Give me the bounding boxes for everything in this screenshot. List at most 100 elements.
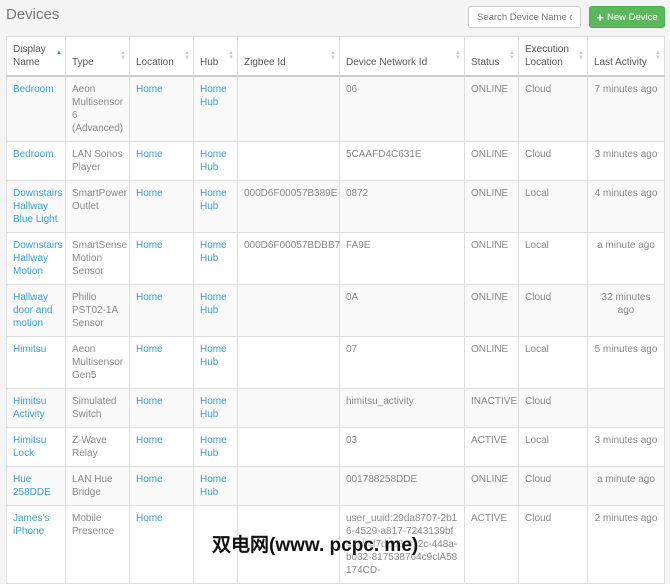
location-link[interactable]: Home bbox=[136, 513, 163, 524]
cell: Home Hub bbox=[193, 388, 238, 428]
cell: Himitsu bbox=[6, 336, 66, 389]
column-header[interactable]: Device Network Id ▲ ▼ bbox=[339, 36, 465, 77]
column-header[interactable]: Last Activity ▲ ▼ bbox=[587, 36, 665, 77]
hub-link[interactable]: Home Hub bbox=[200, 84, 227, 108]
hub-link[interactable]: Home Hub bbox=[200, 396, 227, 420]
table-row: Hallway door and motion Philio PST02-1A S… bbox=[6, 284, 665, 337]
cell: LAN Hue Bridge bbox=[65, 466, 130, 506]
hub-link[interactable]: Home Hub bbox=[200, 292, 227, 316]
column-label: Location bbox=[136, 57, 174, 68]
table-row: Bedroom LAN Sonos Player Home Home Hub 5CAAF… bbox=[6, 141, 665, 181]
status: ONLINE bbox=[471, 474, 509, 485]
network-id: himitsu_activity bbox=[346, 396, 414, 407]
cell: Home Hub bbox=[193, 336, 238, 389]
watermark: 双电网(www. pcpc. me) bbox=[212, 535, 419, 556]
cell: 000D6F00057BDBB7 bbox=[237, 232, 341, 285]
column-header[interactable]: Hub ▲ ▼ bbox=[193, 36, 238, 77]
device-name-link[interactable]: Hallway door and motion bbox=[13, 292, 52, 329]
execution-location: Local bbox=[525, 435, 549, 446]
cell bbox=[237, 466, 340, 506]
device-name-link[interactable]: Himitsu Activity bbox=[13, 396, 46, 420]
cell: Home Hub bbox=[193, 141, 238, 181]
last-activity: 3 minutes ago bbox=[594, 149, 658, 160]
cell bbox=[237, 336, 340, 389]
device-type: Aeon Multisensor 6 (Advanced) bbox=[72, 84, 124, 134]
hub-link[interactable]: Home Hub bbox=[200, 474, 227, 498]
location-link[interactable]: Home bbox=[136, 84, 163, 95]
device-name-link[interactable]: Hue 258DDE bbox=[13, 474, 51, 498]
column-header[interactable]: Zigbee Id ▲ ▼ bbox=[237, 36, 340, 77]
cell: Local bbox=[518, 180, 588, 233]
last-activity: a minute ago bbox=[597, 240, 655, 251]
new-device-button[interactable]: + New Device bbox=[589, 6, 665, 28]
cell: ONLINE bbox=[464, 180, 519, 233]
location-link[interactable]: Home bbox=[136, 240, 163, 251]
cell: ACTIVE bbox=[464, 505, 519, 584]
sort-icon: ▲ ▼ bbox=[120, 50, 126, 61]
device-name-link[interactable]: Bedroom bbox=[13, 84, 54, 95]
cell: 2 minutes ago bbox=[587, 505, 665, 584]
last-activity: a minute ago bbox=[597, 474, 655, 485]
last-activity: 3 minutes ago bbox=[594, 435, 658, 446]
zigbee-id: 000D6F00057BDBB7 bbox=[244, 240, 341, 251]
cell: 000D6F00057B389E bbox=[237, 180, 340, 233]
hub-link[interactable]: Home Hub bbox=[200, 344, 227, 368]
cell bbox=[237, 388, 340, 428]
cell: Home bbox=[129, 180, 194, 233]
location-link[interactable]: Home bbox=[136, 435, 163, 446]
cell: himitsu_activity bbox=[339, 388, 465, 428]
cell: James's iPhone bbox=[6, 505, 66, 584]
column-header[interactable]: Status ▲ ▼ bbox=[464, 36, 519, 77]
location-link[interactable]: Home bbox=[136, 474, 163, 485]
search-input[interactable] bbox=[468, 6, 581, 28]
column-header[interactable]: Location ▲ ▼ bbox=[129, 36, 194, 77]
cell: 3 minutes ago bbox=[587, 141, 665, 181]
device-name-link[interactable]: Himitsu bbox=[13, 344, 46, 355]
execution-location: Cloud bbox=[525, 292, 552, 303]
device-type: Mobile Presence bbox=[72, 513, 115, 537]
execution-location: Cloud bbox=[525, 396, 552, 407]
cell: 5CAAFD4C631E bbox=[339, 141, 465, 181]
hub-link[interactable]: Home Hub bbox=[200, 188, 227, 212]
device-name-link[interactable]: Downstairs Hallway Blue Light bbox=[13, 188, 62, 225]
cell: 03 bbox=[339, 427, 465, 467]
cell: Cloud bbox=[518, 141, 588, 181]
location-link[interactable]: Home bbox=[136, 149, 163, 160]
cell: Home Hub bbox=[193, 284, 238, 337]
last-activity: 2 minutes ago bbox=[594, 513, 658, 524]
cell: FA9E bbox=[339, 232, 465, 285]
cell: Home bbox=[129, 284, 194, 337]
hub-link[interactable]: Home Hub bbox=[200, 240, 227, 264]
column-header[interactable]: Execution Location ▲ ▼ bbox=[518, 36, 588, 77]
cell: ONLINE bbox=[464, 336, 519, 389]
hub-link[interactable]: Home Hub bbox=[200, 149, 227, 173]
cell: Simulated Switch bbox=[65, 388, 130, 428]
last-activity: 32 minutes ago bbox=[601, 292, 651, 316]
cell: Home bbox=[129, 75, 194, 142]
execution-location: Local bbox=[525, 188, 549, 199]
cell bbox=[587, 388, 665, 428]
cell bbox=[237, 141, 340, 181]
column-header[interactable]: Type ▲ ▼ bbox=[65, 36, 130, 77]
zigbee-id: 000D6F00057B389E bbox=[244, 188, 338, 199]
sort-icon: ▲ ▼ bbox=[330, 50, 336, 61]
column-label: Execution Location bbox=[525, 44, 569, 68]
location-link[interactable]: Home bbox=[136, 292, 163, 303]
device-type: Z-Wave Relay bbox=[72, 435, 107, 459]
device-name-link[interactable]: Downstairs Hallway Motion bbox=[13, 240, 62, 277]
device-name-link[interactable]: James's iPhone bbox=[13, 513, 49, 537]
location-link[interactable]: Home bbox=[136, 188, 163, 199]
hub-link[interactable]: Home Hub bbox=[200, 435, 227, 459]
cell: ONLINE bbox=[464, 466, 519, 506]
location-link[interactable]: Home bbox=[136, 344, 163, 355]
device-name-link[interactable]: Bedroom bbox=[13, 149, 54, 160]
location-link[interactable]: Home bbox=[136, 396, 163, 407]
sort-icon: ▲ ▼ bbox=[455, 50, 461, 61]
cell: 5 minutes ago bbox=[587, 336, 665, 389]
cell: INACTIVE bbox=[464, 388, 519, 428]
table-row: Hue 258DDE LAN Hue Bridge Home Home Hub 0017… bbox=[6, 466, 665, 506]
cell: Home bbox=[129, 505, 194, 584]
cell: Home Hub bbox=[193, 180, 238, 233]
column-header[interactable]: Display Name ▲ bbox=[6, 36, 66, 77]
device-name-link[interactable]: Himitsu Lock bbox=[13, 435, 46, 459]
